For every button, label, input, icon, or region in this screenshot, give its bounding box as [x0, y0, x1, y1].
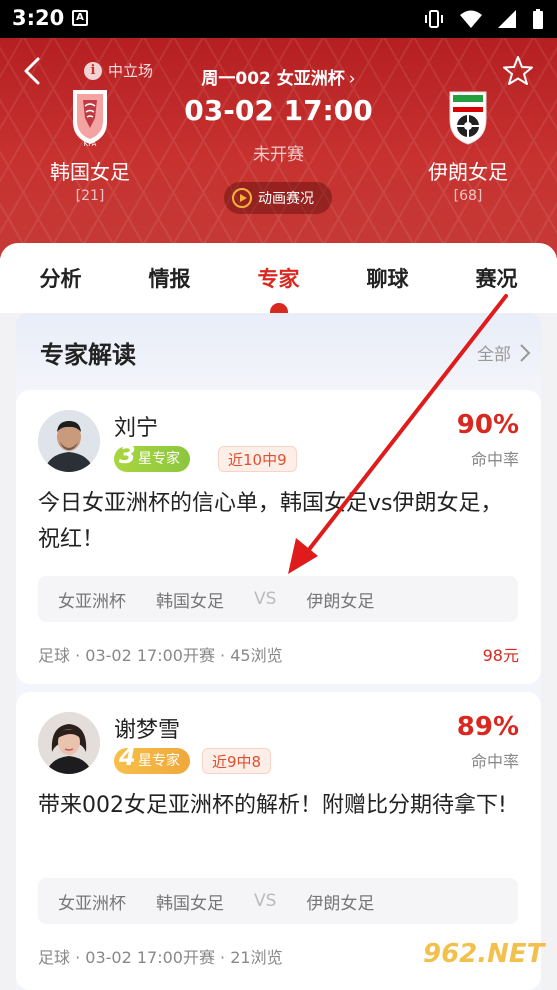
chevron-right-icon [520, 343, 531, 362]
section-title: 专家解读 [40, 341, 136, 369]
crest-text: KFA [84, 140, 97, 148]
tag-league: 女亚洲杯 [58, 591, 126, 612]
avatar[interactable] [38, 712, 100, 774]
badge-level-number: 3 [119, 441, 136, 469]
home-team[interactable]: KFA 韩国女足 [21] [20, 86, 160, 204]
hit-rate: 89% [456, 712, 519, 742]
man-avatar-icon [38, 410, 100, 472]
badge-level-label: 星专家 [138, 451, 180, 467]
tab-analysis[interactable]: 分析 [11, 243, 111, 313]
prediction-text: 今日女亚洲杯的信心单，韩国女足vs伊朗女足，祝红！ [38, 491, 503, 552]
signal-icon [498, 10, 516, 28]
hit-rate-label: 命中率 [470, 450, 519, 469]
animation-label: 动画赛况 [258, 191, 314, 207]
tag-league: 女亚洲杯 [58, 893, 126, 914]
away-team-rank: [68] [453, 188, 483, 204]
vibrate-icon [425, 10, 443, 28]
record-badge: 近10中9 [218, 446, 297, 472]
system-icons [423, 8, 545, 30]
play-icon [232, 188, 252, 208]
hit-rate: 90% [456, 410, 519, 440]
wifi-icon [460, 10, 482, 28]
chevron-right-icon: › [348, 69, 356, 89]
match-tags: 女亚洲杯 韩国女足 VS 伊朗女足 [38, 878, 518, 924]
view-all-label: 全部 [477, 345, 511, 365]
tab-live[interactable]: 赛况 [447, 243, 547, 313]
battery-icon [533, 9, 543, 29]
detail-tabs: 分析 情报 专家 聊球 赛况 [0, 243, 557, 313]
post-meta: 足球 · 03-02 17:00开赛 · 21浏览 [38, 948, 283, 967]
away-team[interactable]: 伊朗女足 [68] [398, 86, 538, 204]
avatar[interactable] [38, 410, 100, 472]
woman-avatar-icon [38, 712, 100, 774]
status-time: 3:20 [12, 6, 65, 30]
expert-card[interactable]: 刘宁 3 星专家 近10中9 90% 命中率 今日女亚洲杯的信心单，韩国女足vs… [16, 390, 541, 684]
record-badge: 近9中8 [202, 748, 272, 774]
tag-away: 伊朗女足 [306, 893, 375, 914]
hit-rate-label: 命中率 [470, 752, 519, 771]
home-team-name: 韩国女足 [50, 160, 130, 184]
star-expert-badge: 3 星专家 [114, 442, 190, 472]
iran-crest-icon [449, 91, 487, 145]
tag-home: 韩国女足 [156, 591, 224, 612]
badge-level-label: 星专家 [138, 753, 180, 769]
match-title-text: 周一002 女亚洲杯 [201, 69, 345, 89]
status-bar: 3:20 A [0, 0, 557, 38]
tab-expert[interactable]: 专家 [229, 243, 329, 313]
tab-intel[interactable]: 情报 [120, 243, 220, 313]
badge-level-number: 4 [119, 743, 136, 771]
view-all-link[interactable]: 全部 [477, 340, 531, 365]
match-tags: 女亚洲杯 韩国女足 VS 伊朗女足 [38, 576, 518, 622]
animation-button[interactable]: 动画赛况 [224, 182, 332, 214]
watermark-sub: 乐游网 [499, 970, 535, 984]
tag-home: 韩国女足 [156, 893, 224, 914]
tag-away: 伊朗女足 [306, 591, 375, 612]
notification-icon: A [72, 10, 88, 26]
watermark-text: 962.NET [423, 939, 547, 969]
tag-vs: VS [254, 589, 277, 609]
korea-crest-icon: KFA [73, 90, 107, 148]
tag-vs: VS [254, 891, 277, 911]
home-team-rank: [21] [75, 188, 105, 204]
favorite-star-icon[interactable] [501, 54, 535, 88]
match-header: i 中立场 周一002 女亚洲杯 › 03-02 17:00 未开赛 动画赛况 K… [0, 38, 557, 258]
prediction-text: 带来002女足亚洲杯的解析！附赠比分期待拿下! [38, 793, 507, 818]
star-expert-badge: 4 星专家 [114, 744, 190, 774]
site-watermark-logo: 962.NET 乐游网 [423, 939, 547, 984]
post-meta: 足球 · 03-02 17:00开赛 · 45浏览 [38, 646, 283, 665]
tab-chat[interactable]: 聊球 [338, 243, 438, 313]
price: 98元 [482, 646, 519, 665]
expert-name: 刘宁 [114, 416, 159, 441]
expert-name: 谢梦雪 [114, 718, 181, 743]
away-team-name: 伊朗女足 [428, 160, 508, 184]
